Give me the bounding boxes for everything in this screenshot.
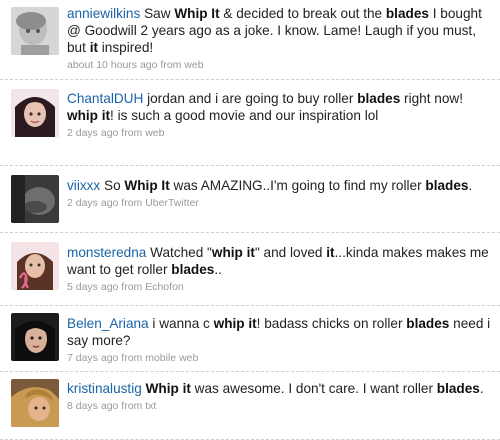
avatar-dark-photo-icon[interactable] [11,175,59,223]
tweet-timestamp[interactable]: 2 days ago [67,127,118,139]
tweet-from-label: from [121,127,143,139]
tweet-source[interactable]: web [145,127,164,139]
tweet-from-label: from [121,281,143,293]
tweet-from-label: from [121,197,143,209]
tweet-username[interactable]: viixxx [67,178,100,193]
tweet-text-segment: & decided to break out the [219,6,386,21]
tweet-item: Belen_Ariana i wanna c whip it! badass c… [0,306,500,372]
tweet-username[interactable]: Belen_Ariana [67,316,149,331]
avatar-blonde-photo-icon[interactable] [11,379,59,427]
avatar-woman-photo-icon[interactable] [11,313,59,361]
tweet-keyword: it [89,40,98,55]
tweet-text-segment: ! badass chicks on roller [256,316,407,331]
tweet-keyword: it [326,245,335,260]
tweet-text: monsteredna Watched "whip it" and loved … [67,244,496,278]
tweet-text-segment: .. [214,262,222,277]
tweet-source[interactable]: txt [145,400,156,412]
tweet-from-label: from [121,352,143,364]
tweet-username[interactable]: anniewilkins [67,6,140,21]
tweet-keyword: blades [171,262,215,277]
tweet-text-segment: right now! [400,91,463,106]
tweet-timestamp[interactable]: about 10 hours ago [67,59,158,71]
tweet-meta: 8 days ago from txt [67,400,496,413]
tweet-keyword: Whip it [145,381,191,396]
tweet-keyword: blades [406,316,450,331]
tweet-keyword: whip it [211,245,255,260]
tweet-text-segment: i wanna c [152,316,214,331]
avatar-child-photo-icon[interactable] [11,7,59,55]
tweet-meta: 2 days ago from UberTwitter [67,197,496,210]
tweet-text-segment: jordan and i are going to buy roller [147,91,358,106]
tweet-text-segment: . [479,381,484,396]
tweet-text-segment: inspired! [98,40,154,55]
tweet-source[interactable]: web [184,59,203,71]
tweet-item: ChantalDUH jordan and i are going to buy… [0,80,500,166]
tweet-from-label: from [121,400,143,412]
tweet-timestamp[interactable]: 5 days ago [67,281,118,293]
tweet-text-segment: " and loved [254,245,327,260]
tweet-text: Belen_Ariana i wanna c whip it! badass c… [67,315,496,349]
tweet-item: monsteredna Watched "whip it" and loved … [0,233,500,306]
tweet-keyword: Whip It [174,6,220,21]
tweet-text-segment: Watched " [150,245,212,260]
tweet-timestamp[interactable]: 7 days ago [67,352,118,364]
tweet-keyword: whip it [213,316,257,331]
tweet-keyword: blades [385,6,429,21]
avatar-pink-ribbon-icon[interactable] [11,242,59,290]
tweet-username[interactable]: ChantalDUH [67,91,143,106]
tweet-text: viixxx So Whip It was AMAZING..I'm going… [67,177,496,194]
tweet-text-segment: So [104,178,125,193]
tweet-text-segment: ! is such a good movie and our inspirati… [110,108,379,123]
tweet-text: kristinalustig Whip it was awesome. I do… [67,380,496,397]
tweet-item: kristinalustig Whip it was awesome. I do… [0,372,500,440]
tweet-source[interactable]: Echofon [145,281,184,293]
tweet-keyword: Whip It [124,178,170,193]
tweet-keyword: whip it [67,108,111,123]
tweet-meta: about 10 hours ago from web [67,59,496,72]
tweet-text: anniewilkins Saw Whip It & decided to br… [67,5,496,56]
tweet-text-segment: . [468,178,473,193]
tweet-meta: 5 days ago from Echofon [67,281,496,294]
tweet-keyword: blades [436,381,480,396]
tweet-source[interactable]: mobile web [145,352,198,364]
tweet-text-segment: was AMAZING..I'm going to find my roller [169,178,426,193]
tweet-keyword: blades [357,91,401,106]
tweet-text-segment: Saw [144,6,175,21]
tweet-meta: 7 days ago from mobile web [67,352,496,365]
tweet-item: anniewilkins Saw Whip It & decided to br… [0,0,500,80]
tweet-username[interactable]: kristinalustig [67,381,142,396]
tweet-keyword: blades [425,178,469,193]
tweet-meta: 2 days ago from web [67,127,496,140]
tweet-text: ChantalDUH jordan and i are going to buy… [67,90,496,124]
tweet-feed: anniewilkins Saw Whip It & decided to br… [0,0,500,440]
tweet-text-segment: was awesome. I don't care. I want roller [190,381,437,396]
tweet-timestamp[interactable]: 2 days ago [67,197,118,209]
avatar-girl-photo-icon[interactable] [11,89,59,137]
tweet-from-label: from [160,59,182,71]
tweet-source[interactable]: UberTwitter [145,197,199,209]
tweet-timestamp[interactable]: 8 days ago [67,400,118,412]
tweet-item: viixxx So Whip It was AMAZING..I'm going… [0,166,500,233]
tweet-username[interactable]: monsteredna [67,245,146,260]
